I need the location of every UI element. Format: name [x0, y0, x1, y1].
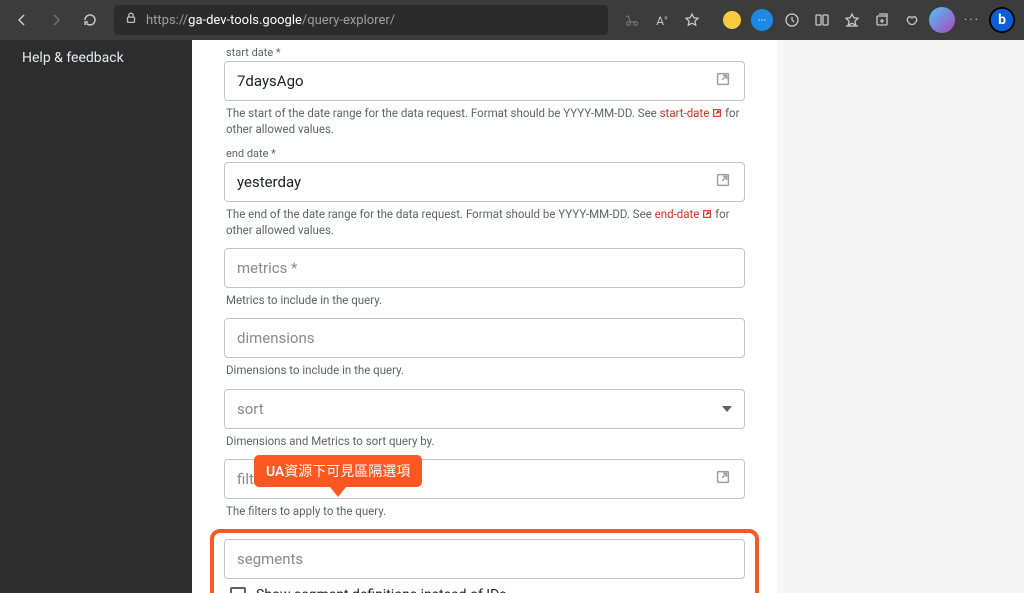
extension-icon[interactable] — [898, 6, 926, 34]
start-date-input[interactable]: 7daysAgo — [224, 61, 745, 101]
sidebar-help-link[interactable]: Help & feedback — [22, 50, 170, 66]
start-date-value: 7daysAgo — [237, 72, 304, 90]
profile-avatar[interactable] — [928, 6, 956, 34]
sort-select[interactable]: sort — [224, 389, 745, 429]
start-date-doclink[interactable]: start-date — [660, 106, 723, 120]
open-in-new-icon[interactable] — [714, 171, 732, 193]
field-metrics: metrics * Metrics to include in the quer… — [224, 248, 745, 308]
segments-checkbox-label: Show segment definitions instead of IDs. — [256, 587, 510, 593]
segments-input[interactable]: segments — [224, 539, 745, 579]
dimensions-placeholder: dimensions — [237, 329, 314, 347]
end-date-input[interactable]: yesterday — [224, 162, 745, 202]
toolbar-right: A» ··· ··· b — [618, 6, 1016, 34]
content-scroll[interactable]: start date * 7daysAgo The start of the d… — [192, 40, 1024, 593]
dimensions-helper: Dimensions to include in the query. — [226, 362, 745, 378]
metrics-input[interactable]: metrics * — [224, 248, 745, 288]
end-date-helper: The end of the date range for the data r… — [226, 206, 745, 238]
forward-button[interactable] — [42, 6, 70, 34]
favorite-icon[interactable] — [678, 6, 706, 34]
metrics-placeholder: metrics * — [237, 259, 298, 277]
field-start-date: start date * 7daysAgo The start of the d… — [224, 40, 745, 137]
field-end-date: end date * yesterday The end of the date… — [224, 147, 745, 238]
lock-icon — [124, 11, 138, 29]
sidebar: Help & feedback — [0, 40, 192, 593]
sort-placeholder: sort — [237, 400, 264, 418]
address-bar[interactable]: https://ga-dev-tools.google/query-explor… — [114, 5, 608, 35]
url-host: ga-dev-tools.google — [188, 13, 302, 28]
field-segments: segments Show segment definitions instea… — [224, 539, 745, 593]
start-date-label: start date * — [224, 46, 745, 59]
field-filters: UA資源下可見區隔選項 filters The filters to apply… — [224, 459, 745, 519]
performance-icon[interactable] — [778, 6, 806, 34]
end-date-label: end date * — [224, 147, 745, 160]
collections-icon[interactable] — [868, 6, 896, 34]
chat-icon[interactable]: ··· — [748, 6, 776, 34]
browser-toolbar: https://ga-dev-tools.google/query-explor… — [0, 0, 1024, 40]
read-aloud-icon[interactable]: A» — [648, 6, 676, 34]
shopping-icon[interactable] — [618, 6, 646, 34]
end-date-value: yesterday — [237, 173, 301, 191]
annotation-callout: UA資源下可見區隔選項 — [254, 455, 422, 487]
copilot-icon[interactable]: b — [988, 6, 1016, 34]
sort-helper: Dimensions and Metrics to sort query by. — [226, 433, 745, 449]
query-form: start date * 7daysAgo The start of the d… — [192, 40, 777, 593]
start-date-helper: The start of the date range for the data… — [226, 105, 745, 137]
filters-helper: The filters to apply to the query. — [226, 503, 745, 519]
favorites-bar-icon[interactable] — [838, 6, 866, 34]
field-sort: sort Dimensions and Metrics to sort quer… — [224, 389, 745, 449]
segments-highlight: segments Show segment definitions instea… — [210, 529, 759, 593]
open-in-new-icon[interactable] — [714, 70, 732, 92]
url-scheme: https:// — [146, 13, 188, 28]
url-path: /query-explorer/ — [302, 13, 395, 28]
dimensions-input[interactable]: dimensions — [224, 318, 745, 358]
metrics-helper: Metrics to include in the query. — [226, 292, 745, 308]
refresh-button[interactable] — [76, 6, 104, 34]
end-date-doclink[interactable]: end-date — [655, 207, 713, 221]
segments-placeholder: segments — [237, 550, 303, 568]
segments-checkbox-row[interactable]: Show segment definitions instead of IDs. — [224, 579, 745, 593]
split-screen-icon[interactable] — [808, 6, 836, 34]
open-in-new-icon[interactable] — [714, 468, 732, 490]
account-yellow-icon[interactable] — [718, 6, 746, 34]
field-dimensions: dimensions Dimensions to include in the … — [224, 318, 745, 378]
more-icon[interactable]: ··· — [958, 6, 986, 34]
chevron-down-icon — [722, 406, 732, 412]
checkbox-icon[interactable] — [230, 587, 246, 593]
back-button[interactable] — [8, 6, 36, 34]
workspace: Help & feedback start date * 7daysAgo Th… — [0, 40, 1024, 593]
